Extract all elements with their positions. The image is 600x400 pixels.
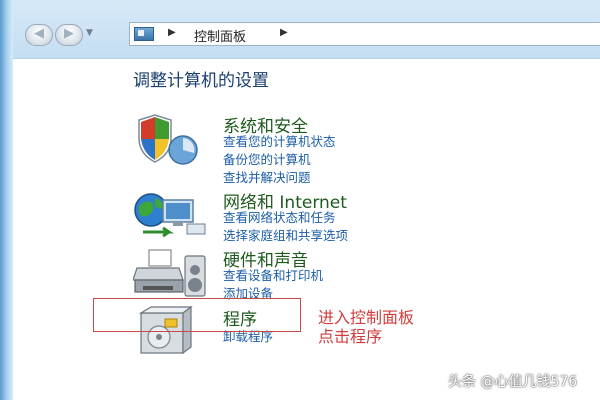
link-find-fix-problems[interactable]: 查找并解决问题 — [223, 167, 311, 186]
navigation-toolbar: ◀ ▶ ▼ ▶ 控制面板 ▶ — [13, 0, 600, 59]
breadcrumb-arrow-icon[interactable]: ▶ — [168, 27, 176, 38]
back-button[interactable]: ◀ — [25, 24, 53, 46]
breadcrumb-control-panel[interactable]: 控制面板 — [194, 26, 246, 45]
link-view-computer-status[interactable]: 查看您的计算机状态 — [223, 131, 336, 150]
link-devices-printers[interactable]: 查看设备和打印机 — [223, 265, 323, 284]
control-panel-icon — [134, 27, 154, 41]
printer-icon[interactable] — [133, 246, 211, 306]
address-bar[interactable]: ▶ 控制面板 ▶ — [129, 22, 600, 46]
annotation-highlight-box — [93, 298, 301, 332]
arrow-left-icon: ◀ — [34, 26, 44, 41]
arrow-right-icon: ▶ — [64, 26, 74, 41]
window-frame-left — [0, 0, 13, 400]
annotation-line-2: 点击程序 — [318, 327, 383, 346]
breadcrumb-arrow-icon[interactable]: ▶ — [280, 27, 288, 38]
shield-icon[interactable] — [133, 112, 211, 172]
page-title: 调整计算机的设置 — [133, 71, 269, 91]
recent-pages-dropdown[interactable]: ▼ — [86, 28, 93, 38]
link-backup-computer[interactable]: 备份您的计算机 — [223, 149, 311, 168]
link-view-network-status[interactable]: 查看网络状态和任务 — [223, 207, 336, 226]
link-homegroup-sharing[interactable]: 选择家庭组和共享选项 — [223, 225, 348, 244]
forward-button[interactable]: ▶ — [55, 24, 83, 46]
chevron-down-icon: ▼ — [86, 28, 93, 38]
globe-network-icon[interactable] — [133, 188, 211, 248]
watermark: 头条 @心值几钱576 — [448, 374, 578, 390]
